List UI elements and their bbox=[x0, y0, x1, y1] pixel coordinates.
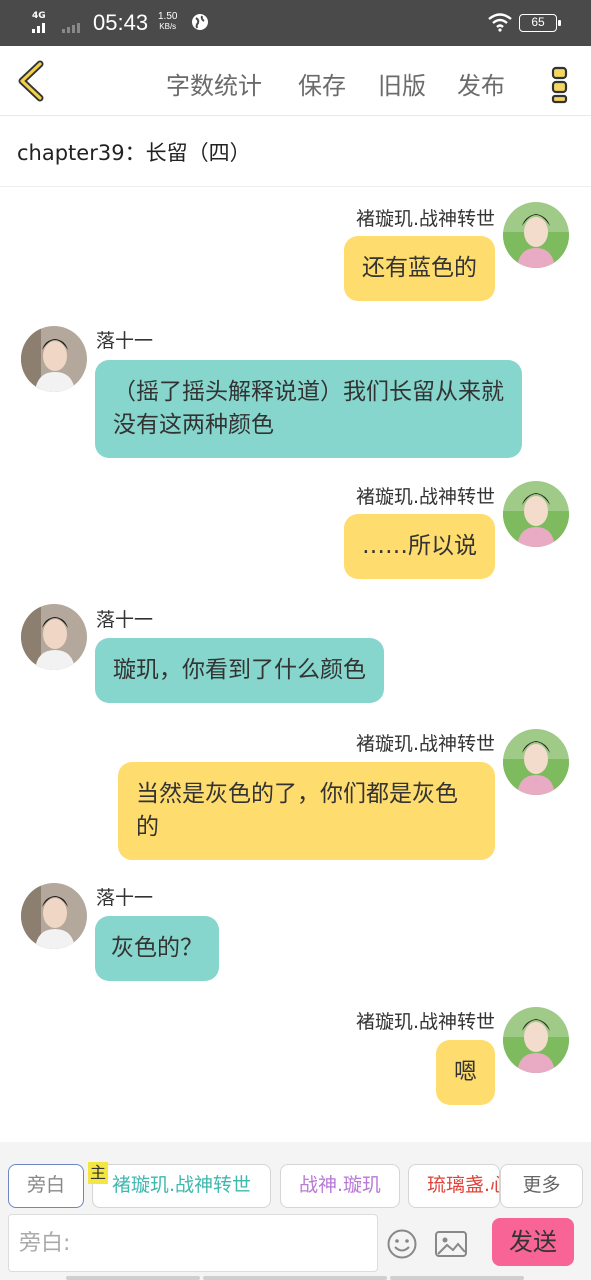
speed-value: 1.50 bbox=[158, 11, 178, 22]
male-avatar-icon bbox=[21, 604, 87, 670]
avatar[interactable] bbox=[503, 481, 569, 547]
save-button[interactable]: 保存 bbox=[298, 66, 346, 101]
avatar[interactable] bbox=[503, 1007, 569, 1073]
role-chuxuanji-button[interactable]: 褚璇玑.战神转世 bbox=[92, 1164, 271, 1208]
role-zhanshen-button[interactable]: 战神.璇玑 bbox=[280, 1164, 400, 1208]
publish-button[interactable]: 发布 bbox=[457, 66, 505, 101]
network-speed: 1.50 KB/s bbox=[158, 12, 177, 32]
scrollbar-segment bbox=[203, 1276, 387, 1280]
avatar[interactable] bbox=[503, 202, 569, 268]
sender-name: 褚璇玑.战神转世 bbox=[355, 486, 495, 508]
message-input[interactable] bbox=[9, 1215, 377, 1271]
signal-icon bbox=[32, 23, 80, 33]
main-role-tag: 主 bbox=[88, 1162, 108, 1184]
wifi-icon bbox=[488, 13, 512, 32]
female-avatar-icon bbox=[503, 202, 569, 268]
message-bubble[interactable]: 还有蓝色的 bbox=[344, 236, 495, 301]
female-avatar-icon bbox=[503, 481, 569, 547]
battery-indicator: 65 bbox=[519, 14, 561, 32]
smiley-icon[interactable] bbox=[386, 1228, 418, 1260]
avatar[interactable] bbox=[503, 729, 569, 795]
divider bbox=[0, 186, 591, 187]
clock: 05:43 bbox=[93, 10, 149, 35]
image-icon[interactable] bbox=[434, 1228, 468, 1260]
avatar[interactable] bbox=[21, 326, 87, 392]
message-bubble[interactable]: 璇玑，你看到了什么颜色 bbox=[95, 638, 384, 703]
status-bar: 4G 05:43 1.50 KB/s 65 bbox=[0, 0, 591, 46]
message-bubble[interactable]: 灰色的？ bbox=[95, 916, 219, 981]
male-avatar-icon bbox=[21, 326, 87, 392]
sender-name: 落十一 bbox=[96, 887, 154, 909]
more-options-icon[interactable] bbox=[548, 58, 572, 104]
sender-name: 落十一 bbox=[96, 330, 154, 352]
top-toolbar: 字数统计 保存 旧版 发布 bbox=[0, 46, 591, 116]
sender-name: 褚璇玑.战神转世 bbox=[355, 733, 495, 755]
avatar[interactable] bbox=[21, 604, 87, 670]
old-version-button[interactable]: 旧版 bbox=[378, 66, 426, 101]
scrollbar-segment bbox=[66, 1276, 200, 1280]
sender-name: 褚璇玑.战神转世 bbox=[355, 208, 495, 230]
message-bubble[interactable]: 当然是灰色的了，你们都是灰色的 bbox=[118, 762, 495, 860]
speed-unit: KB/s bbox=[159, 22, 177, 31]
more-roles-button[interactable]: 更多 bbox=[500, 1164, 583, 1208]
avatar[interactable] bbox=[21, 883, 87, 949]
role-narration-button[interactable]: 旁白 bbox=[8, 1164, 84, 1208]
send-button[interactable]: 发送 bbox=[492, 1218, 574, 1266]
female-avatar-icon bbox=[503, 729, 569, 795]
scrollbar-segment bbox=[390, 1276, 524, 1280]
role-liulizhan-button[interactable]: 琉璃盏.心 bbox=[408, 1164, 500, 1208]
sender-name: 落十一 bbox=[96, 609, 154, 631]
message-input-box bbox=[8, 1214, 378, 1272]
network-type: 4G bbox=[32, 11, 46, 21]
message-bubble[interactable]: 嗯 bbox=[436, 1040, 495, 1105]
chapter-title[interactable]: chapter39：长留（四） bbox=[17, 137, 251, 167]
word-count-button[interactable]: 字数统计 bbox=[166, 66, 262, 101]
sender-name: 褚璇玑.战神转世 bbox=[355, 1011, 495, 1033]
back-icon[interactable] bbox=[12, 58, 52, 104]
message-bubble[interactable]: （摇了摇头解释说道）我们长留从来就没有这两种颜色 bbox=[95, 360, 522, 458]
male-avatar-icon bbox=[21, 883, 87, 949]
female-avatar-icon bbox=[503, 1007, 569, 1073]
message-bubble[interactable]: ……所以说 bbox=[344, 514, 495, 579]
globe-icon bbox=[192, 14, 208, 30]
composer-panel: 旁白 褚璇玑.战神转世 主 战神.璇玑 琉璃盏.心 更多 发送 bbox=[0, 1142, 591, 1280]
